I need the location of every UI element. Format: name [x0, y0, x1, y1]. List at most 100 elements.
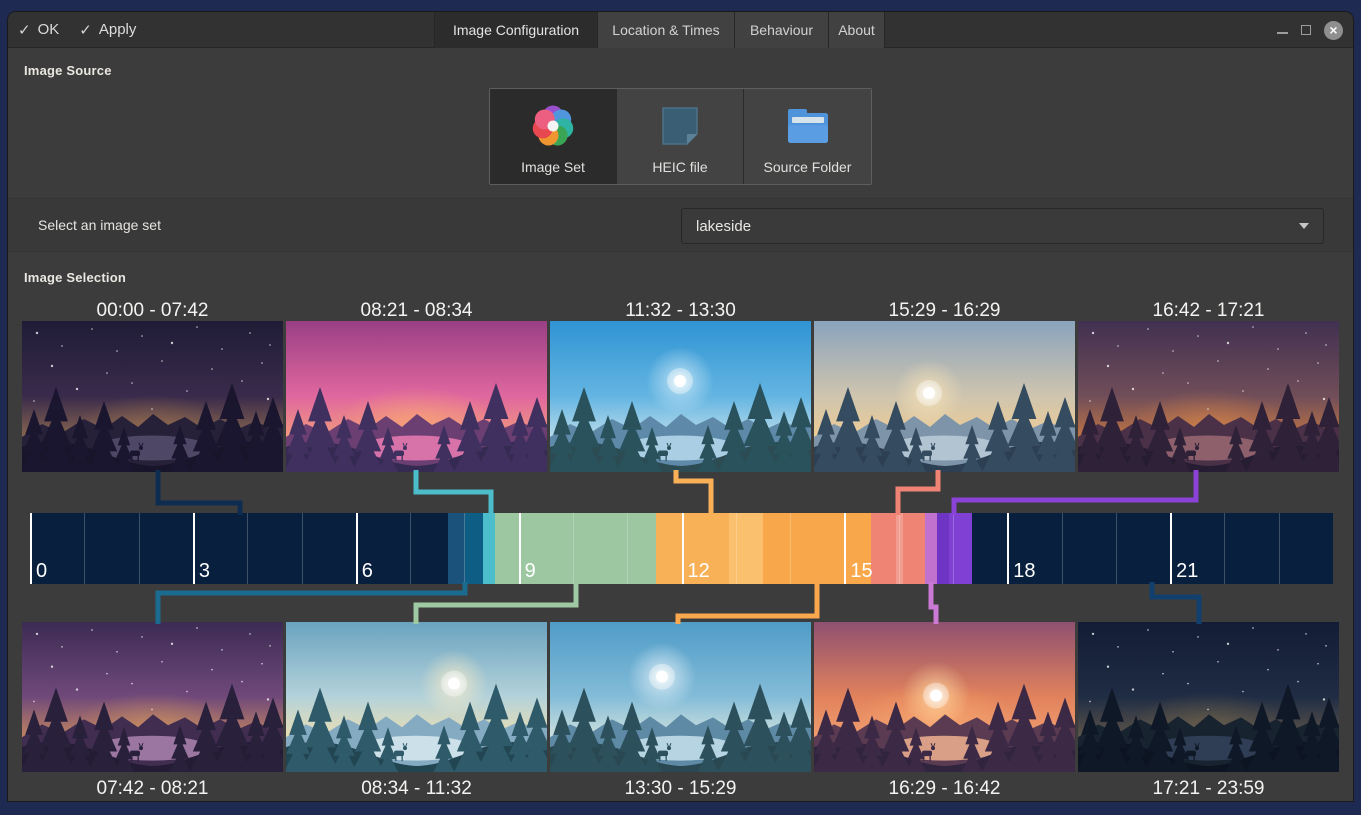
apply-label: Apply: [99, 21, 137, 38]
source-type-label: HEIC file: [652, 159, 707, 175]
tab-about[interactable]: About: [829, 12, 884, 48]
bottom-thumbnails: [8, 622, 1353, 772]
tab-behaviour[interactable]: Behaviour: [735, 12, 829, 48]
hour-tick: [247, 513, 248, 584]
check-icon: ✓: [18, 21, 31, 39]
bottom-connector-line: [678, 582, 817, 624]
bottom-wallpaper-thumbnail[interactable]: [1078, 622, 1339, 772]
timeline-segment: [729, 513, 763, 584]
top-wallpaper-thumbnail[interactable]: [1078, 321, 1339, 472]
bottom-time-label: 07:42 - 08:21: [22, 778, 283, 800]
bottom-connector-line: [931, 582, 936, 624]
lakeside-wallpaper-art: [286, 321, 547, 472]
top-time-label: 11:32 - 13:30: [550, 300, 811, 322]
titlebar: ✓ OK ✓ Apply Image ConfigurationLocation…: [8, 12, 1353, 48]
bottom-wallpaper-thumbnail[interactable]: [286, 622, 547, 772]
hour-tick: [953, 513, 954, 584]
hour-tick: [1116, 513, 1117, 584]
top-connector-line: [898, 470, 938, 515]
bottom-wallpaper-thumbnail[interactable]: [550, 622, 811, 772]
timeline-segment: [30, 513, 448, 584]
lakeside-wallpaper-art: [814, 321, 1075, 472]
hour-label: 18: [1013, 560, 1035, 583]
hour-tick: [464, 513, 465, 584]
tab-image-configuration[interactable]: Image Configuration: [435, 12, 598, 48]
timeline-segment: [925, 513, 937, 584]
hour-tick: [899, 513, 900, 584]
lakeside-wallpaper-art: [550, 622, 811, 772]
source-folder-icon: [784, 102, 832, 150]
select-image-set-label: Select an image set: [38, 199, 161, 251]
source-type-button-image-set[interactable]: Image Set: [490, 89, 617, 184]
desktop-background: ✓ OK ✓ Apply Image ConfigurationLocation…: [0, 0, 1361, 815]
image-set-pinwheel-icon: [529, 102, 577, 150]
top-wallpaper-thumbnail[interactable]: [814, 321, 1075, 472]
bottom-connector-line: [416, 582, 576, 624]
app-window: ✓ OK ✓ Apply Image ConfigurationLocation…: [8, 12, 1353, 801]
heic-file-icon: [656, 102, 704, 150]
top-wallpaper-thumbnail[interactable]: [550, 321, 811, 472]
image-set-dropdown[interactable]: lakeside: [681, 208, 1324, 244]
top-connector-line: [416, 470, 491, 515]
bottom-time-label: 17:21 - 23:59: [1078, 778, 1339, 800]
top-wallpaper-thumbnail[interactable]: [22, 321, 283, 472]
hour-tick: [84, 513, 85, 584]
tab-location-times[interactable]: Location & Times: [598, 12, 735, 48]
major-hour-tick: [193, 513, 195, 584]
timeline-bar: 036912151821: [30, 513, 1333, 584]
timeline-segment: [465, 513, 483, 584]
major-hour-tick: [844, 513, 846, 584]
ok-button[interactable]: ✓ OK: [8, 12, 69, 47]
lakeside-wallpaper-art: [814, 622, 1075, 772]
close-button[interactable]: ×: [1324, 21, 1343, 40]
timeline-segment: [483, 513, 495, 584]
hour-tick: [790, 513, 791, 584]
hour-tick: [736, 513, 737, 584]
maximize-button[interactable]: [1301, 25, 1311, 35]
top-connector-line: [158, 470, 240, 515]
hour-label: 6: [362, 560, 373, 583]
timeline-segment: [871, 513, 896, 584]
image-set-select-row: Select an image set lakeside: [8, 198, 1353, 252]
major-hour-tick: [1170, 513, 1172, 584]
image-selection-heading: Image Selection: [24, 270, 126, 285]
hour-label: 21: [1176, 560, 1198, 583]
top-wallpaper-thumbnail[interactable]: [286, 321, 547, 472]
source-type-button-source-folder[interactable]: Source Folder: [744, 89, 871, 184]
ok-label: OK: [38, 21, 60, 38]
lakeside-wallpaper-art: [22, 622, 283, 772]
bottom-wallpaper-thumbnail[interactable]: [22, 622, 283, 772]
source-type-label: Source Folder: [764, 159, 852, 175]
top-connector-line: [676, 470, 711, 515]
lakeside-wallpaper-art: [1078, 622, 1339, 772]
hour-label: 15: [850, 560, 872, 583]
hour-tick: [139, 513, 140, 584]
major-hour-tick: [356, 513, 358, 584]
bottom-wallpaper-thumbnail[interactable]: [814, 622, 1075, 772]
major-hour-tick: [1007, 513, 1009, 584]
lakeside-wallpaper-art: [286, 622, 547, 772]
bottom-time-label: 13:30 - 15:29: [550, 778, 811, 800]
source-type-button-heic-file[interactable]: HEIC file: [617, 89, 744, 184]
tab-bar: Image ConfigurationLocation & TimesBehav…: [434, 12, 885, 48]
minimize-button[interactable]: [1277, 32, 1288, 34]
major-hour-tick: [682, 513, 684, 584]
timeline-segment: [937, 513, 950, 584]
hour-label: 9: [525, 560, 536, 583]
window-controls: ×: [1277, 12, 1343, 48]
top-time-label: 15:29 - 16:29: [814, 300, 1075, 322]
bottom-connector-line: [1152, 582, 1199, 624]
top-time-labels: 00:00 - 07:4208:21 - 08:3411:32 - 13:301…: [8, 300, 1353, 322]
dropdown-value: lakeside: [696, 218, 751, 235]
hour-tick: [1062, 513, 1063, 584]
apply-button[interactable]: ✓ Apply: [69, 12, 146, 47]
hour-label: 12: [688, 560, 710, 583]
hour-tick: [302, 513, 303, 584]
lakeside-wallpaper-art: [1078, 321, 1339, 472]
top-connector-line: [954, 470, 1196, 515]
hour-tick: [627, 513, 628, 584]
hour-tick: [1224, 513, 1225, 584]
top-time-label: 16:42 - 17:21: [1078, 300, 1339, 322]
lakeside-wallpaper-art: [22, 321, 283, 472]
hour-tick: [573, 513, 574, 584]
